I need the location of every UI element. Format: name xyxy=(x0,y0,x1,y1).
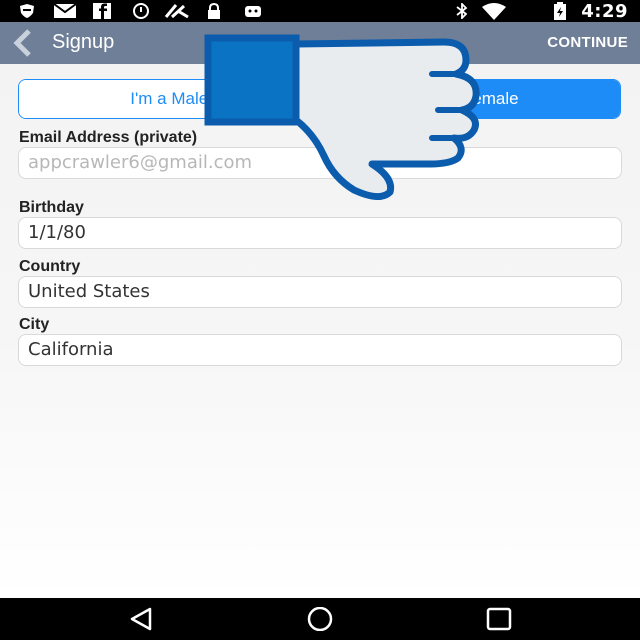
shield-icon xyxy=(20,4,34,18)
bluetooth-icon xyxy=(456,3,468,19)
email-label: Email Address (private) xyxy=(19,129,198,146)
city-label: City xyxy=(19,316,50,333)
page-title: Signup xyxy=(52,31,115,53)
home-nav-icon[interactable] xyxy=(305,607,335,631)
facebook-icon xyxy=(93,3,111,19)
back-arrow-icon[interactable] xyxy=(10,29,36,57)
birthday-label: Birthday xyxy=(19,199,84,216)
android-icon xyxy=(245,6,261,17)
male-option-label: I'm a Male xyxy=(130,89,209,108)
country-label: Country xyxy=(19,258,81,275)
back-nav-icon[interactable] xyxy=(128,607,154,631)
wifi-icon xyxy=(482,3,506,20)
continue-button[interactable]: CONTINUE xyxy=(547,34,628,51)
country-field[interactable]: United States xyxy=(18,276,622,308)
thumbs-down-icon xyxy=(204,34,480,200)
recents-nav-icon[interactable] xyxy=(486,607,512,631)
navigation-bar xyxy=(0,598,640,640)
lock-icon xyxy=(208,3,220,19)
status-bar: 4:29 xyxy=(0,0,640,22)
clock-icon xyxy=(133,3,149,19)
city-field[interactable]: California xyxy=(18,334,622,366)
appcrawler-icon xyxy=(164,4,189,19)
status-time: 4:29 xyxy=(581,1,628,22)
mail-icon xyxy=(53,3,77,18)
battery-icon xyxy=(554,2,566,20)
birthday-field[interactable]: 1/1/80 xyxy=(18,217,622,249)
